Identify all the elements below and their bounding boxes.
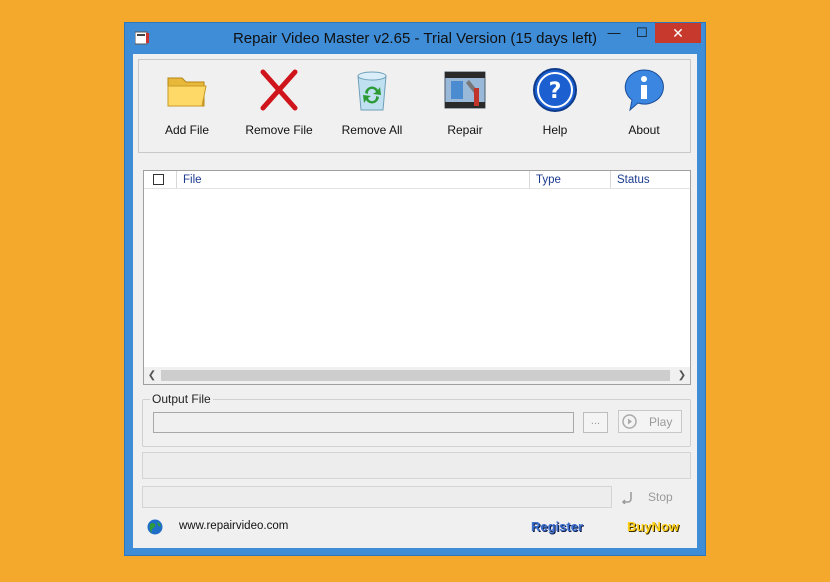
folder-icon — [167, 77, 207, 107]
scrollbar-thumb[interactable] — [161, 370, 670, 381]
output-file-group: Output File ... Play — [142, 392, 691, 447]
remove-all-label: Remove All — [341, 123, 403, 137]
column-status[interactable]: Status — [610, 171, 690, 188]
close-button[interactable]: ✕ — [655, 23, 701, 43]
file-list-header: File Type Status — [144, 171, 690, 189]
client-area: Add File Remove File Remove All Repair ?… — [133, 54, 697, 548]
output-file-label: Output File — [150, 392, 213, 406]
maximize-button[interactable]: ☐ — [629, 23, 655, 43]
file-list[interactable]: File Type Status ❮ ❯ — [143, 170, 691, 385]
stop-icon — [621, 492, 632, 504]
about-label: About — [628, 123, 660, 137]
red-x-icon — [260, 69, 298, 111]
info-icon — [624, 69, 664, 112]
browse-button[interactable]: ... — [583, 412, 608, 433]
toolbar: Add File Remove File Remove All Repair ?… — [138, 59, 691, 153]
add-file-label: Add File — [164, 123, 210, 137]
film-tools-icon — [444, 71, 486, 109]
minimize-button[interactable]: — — [599, 23, 629, 43]
horizontal-scrollbar[interactable]: ❮ ❯ — [144, 367, 690, 384]
register-link[interactable]: Register — [531, 519, 583, 534]
svg-text:?: ? — [549, 79, 562, 104]
stop-label: Stop — [648, 490, 673, 504]
buy-now-link[interactable]: BuyNow — [627, 519, 679, 534]
remove-file-label: Remove File — [245, 123, 313, 137]
play-button[interactable]: Play — [618, 410, 682, 433]
stop-button[interactable]: Stop — [618, 487, 688, 508]
title-bar[interactable]: Repair Video Master v2.65 - Trial Versio… — [125, 23, 705, 53]
play-label: Play — [649, 415, 673, 429]
app-window: Repair Video Master v2.65 - Trial Versio… — [124, 22, 706, 556]
help-button[interactable]: ? Help — [512, 66, 598, 146]
help-label: Help — [542, 123, 568, 137]
remove-all-button[interactable]: Remove All — [329, 66, 415, 146]
repair-button[interactable]: Repair — [422, 66, 508, 146]
play-icon — [622, 414, 637, 429]
file-progress-bar — [142, 486, 612, 508]
overall-progress-bar — [142, 452, 691, 479]
website-link[interactable]: www.repairvideo.com — [179, 520, 288, 532]
repair-label: Repair — [447, 123, 483, 137]
remove-file-button[interactable]: Remove File — [236, 66, 322, 146]
column-type[interactable]: Type — [529, 171, 610, 188]
help-icon: ? — [533, 68, 577, 112]
column-file[interactable]: File — [176, 171, 529, 188]
select-all-checkbox[interactable] — [153, 174, 164, 185]
output-file-field[interactable] — [153, 412, 574, 433]
add-file-button[interactable]: Add File — [144, 66, 230, 146]
globe-icon — [147, 519, 163, 535]
scroll-left-icon[interactable]: ❮ — [144, 367, 160, 384]
about-button[interactable]: About — [601, 66, 687, 146]
recycle-bin-icon — [357, 71, 387, 111]
scroll-right-icon[interactable]: ❯ — [674, 367, 690, 384]
